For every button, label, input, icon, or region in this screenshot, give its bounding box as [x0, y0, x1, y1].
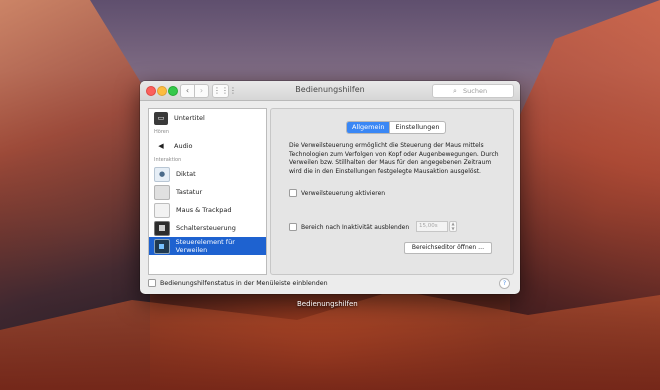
speaker-icon: ◀: [158, 142, 164, 150]
hide-area-checkbox[interactable]: Bereich nach Inaktivität ausblenden: [289, 223, 409, 231]
sidebar-item-label: Audio: [174, 142, 193, 150]
sidebar-item-tastatur[interactable]: Tastatur: [149, 183, 266, 201]
tab-allgemein[interactable]: Allgemein: [347, 122, 390, 133]
sidebar-item-label: Untertitel: [174, 114, 205, 122]
microphone-icon: ●: [154, 166, 170, 182]
sidebar-item-audio[interactable]: ◀ Audio: [149, 137, 266, 155]
sidebar-item-diktat[interactable]: ● Diktat: [149, 165, 266, 183]
dock-tooltip: Bedienungshilfen: [297, 300, 358, 308]
sidebar-section-hearing: Hören: [154, 129, 170, 135]
sidebar-section-interaction: Interaktion: [154, 157, 182, 163]
sidebar-item-label: Tastatur: [176, 188, 203, 196]
dwell-control-icon: [154, 238, 170, 254]
keyboard-icon: [154, 184, 170, 200]
sidebar-item-label: Diktat: [176, 170, 196, 178]
sidebar-item-untertitel[interactable]: ▭ Untertitel: [149, 109, 266, 127]
sidebar-item-schaltersteuerung[interactable]: Schaltersteuerung: [149, 219, 266, 237]
search-placeholder: Suchen: [463, 87, 488, 95]
checkbox-label: Bereich nach Inaktivität ausblenden: [301, 223, 410, 231]
switch-control-icon: [154, 220, 170, 236]
title-bar: ‹ › ⋮⋮⋮ Bedienungshilfen ⌕ Suchen: [140, 81, 520, 101]
tab-bar: Allgemein Einstellungen: [346, 121, 446, 134]
checkbox-label: Verweilsteuerung aktivieren: [301, 189, 386, 197]
sidebar-item-verweilen[interactable]: Steuerelement für Verweilen: [149, 237, 266, 255]
tab-einstellungen[interactable]: Einstellungen: [389, 122, 444, 133]
sidebar-item-maus-trackpad[interactable]: Maus & Trackpad: [149, 201, 266, 219]
timeout-stepper[interactable]: ▲ ▼: [449, 221, 457, 232]
search-icon: ⌕: [453, 87, 457, 95]
enable-dwell-checkbox[interactable]: Verweilsteuerung aktivieren: [289, 189, 385, 197]
checkbox-box[interactable]: [289, 223, 297, 231]
timeout-field[interactable]: 15,00s: [416, 221, 448, 232]
sidebar-item-label: Maus & Trackpad: [176, 206, 232, 214]
area-editor-button[interactable]: Bereichseditor öffnen …: [404, 242, 492, 254]
preferences-window: ‹ › ⋮⋮⋮ Bedienungshilfen ⌕ Suchen ▭ Unte…: [140, 81, 520, 294]
sidebar-item-label: Schaltersteuerung: [176, 224, 236, 232]
settings-panel: Allgemein Einstellungen Die Verweilsteue…: [270, 108, 514, 275]
checkbox-box[interactable]: [148, 279, 156, 287]
checkbox-box[interactable]: [289, 189, 297, 197]
help-button[interactable]: ?: [499, 278, 510, 289]
search-input[interactable]: ⌕ Suchen: [432, 84, 514, 98]
checkbox-label: Bedienungshilfenstatus in der Menüleiste…: [160, 279, 328, 287]
trackpad-icon: [154, 202, 170, 218]
sidebar: ▭ Untertitel Hören ◀ Audio Interaktion ●…: [148, 108, 267, 275]
sidebar-item-label: Steuerelement für Verweilen: [175, 238, 235, 254]
menu-status-checkbox[interactable]: Bedienungshilfenstatus in der Menüleiste…: [148, 279, 328, 287]
description-text: Die Verweilsteuerung ermöglicht die Steu…: [289, 142, 499, 175]
captions-icon: ▭: [154, 111, 168, 125]
